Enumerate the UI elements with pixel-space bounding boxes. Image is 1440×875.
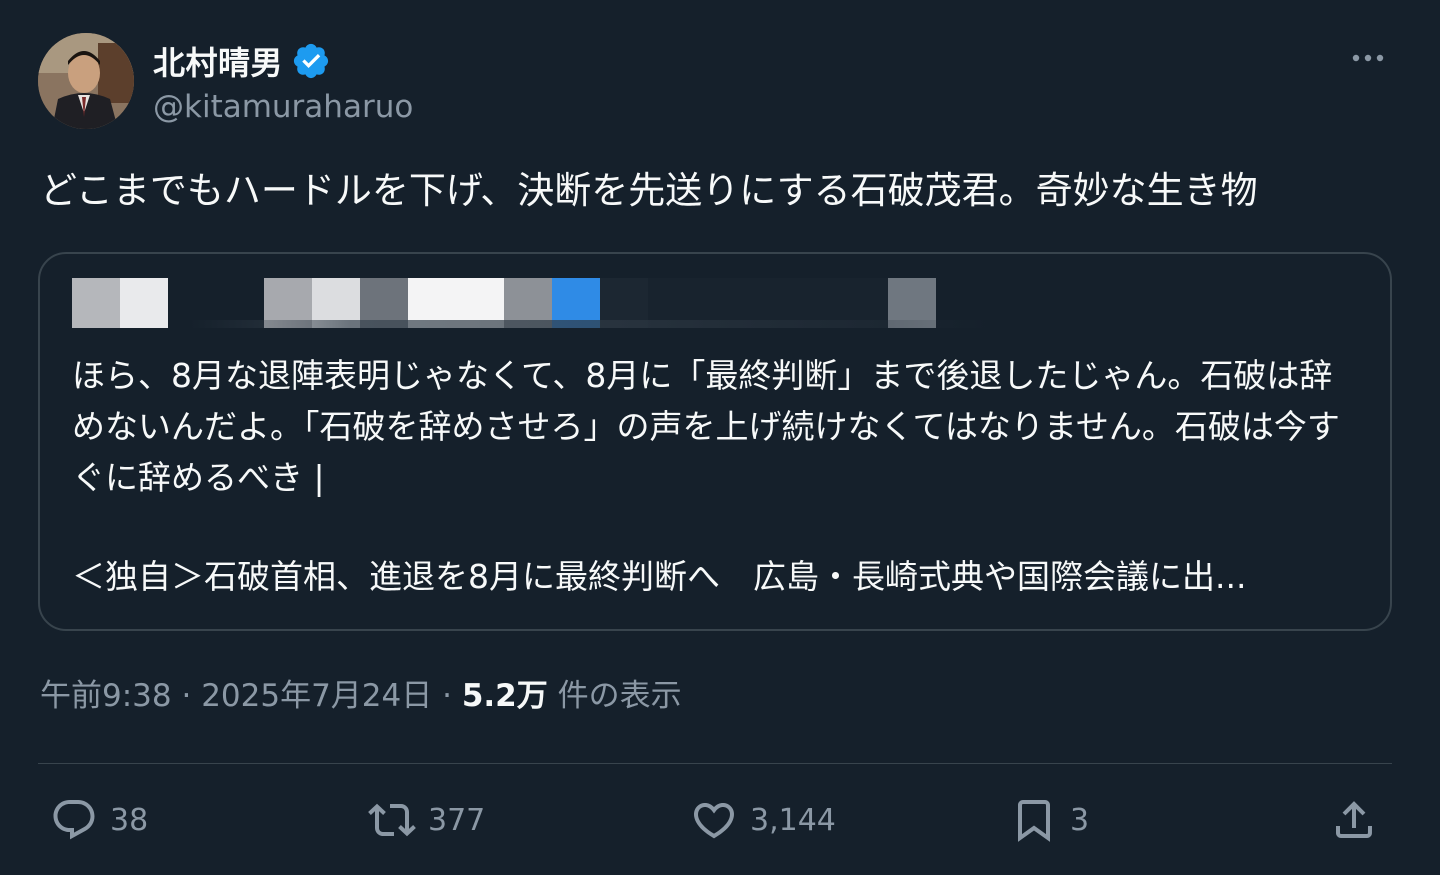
tweet-meta: 午前9:38 · 2025年7月24日 · 5.2万 件の表示 [40,670,682,715]
bookmark-button[interactable]: 3 [1010,792,1089,848]
quoted-link-title[interactable]: ＜独自＞石破首相、進退を8月に最終判断へ 広島・長崎式典や国際会議に出... [72,554,1372,600]
meta-separator: · [171,678,202,714]
author-name-row[interactable]: 北村晴男 [153,38,331,84]
divider [38,763,1392,764]
reply-count: 38 [110,802,149,838]
share-button[interactable] [1330,792,1378,848]
avatar[interactable] [38,33,134,129]
tweet-text: どこまでもハードルを下げ、決断を先送りにする石破茂君。奇妙な生き物 [40,169,1258,212]
like-count: 3,144 [750,802,836,838]
author-display-name[interactable]: 北村晴男 [153,38,283,84]
reply-button[interactable]: 38 [50,792,148,848]
bookmark-count: 3 [1070,802,1090,838]
quoted-tweet-card[interactable]: ほら、8月な退陣表明じゃなくて、8月に「最終判断」まで後退したじゃん。石破は辞め… [38,252,1392,631]
views-count: 5.2万 [461,678,548,714]
redacted-quote-meta [190,320,990,328]
repost-count: 377 [428,802,486,838]
repost-icon [368,803,416,837]
quoted-tweet-text: ほら、8月な退陣表明じゃなくて、8月に「最終判断」まで後退したじゃん。石破は辞め… [72,356,1340,497]
reply-icon [53,800,95,840]
tweet-time[interactable]: 午前9:38 [40,678,172,714]
bookmark-icon [1018,800,1050,842]
heart-icon [693,803,735,839]
share-icon [1336,801,1372,838]
author-handle[interactable]: @kitamuraharuo [153,89,413,125]
views-label: 件の表示 [547,678,682,714]
like-button[interactable]: 3,144 [690,792,836,848]
more-icon[interactable] [1344,44,1392,72]
verified-badge-icon [293,43,329,79]
tweet-date[interactable]: 2025年7月24日 [201,678,432,714]
meta-separator: · [432,678,462,714]
repost-button[interactable]: 377 [368,792,485,848]
